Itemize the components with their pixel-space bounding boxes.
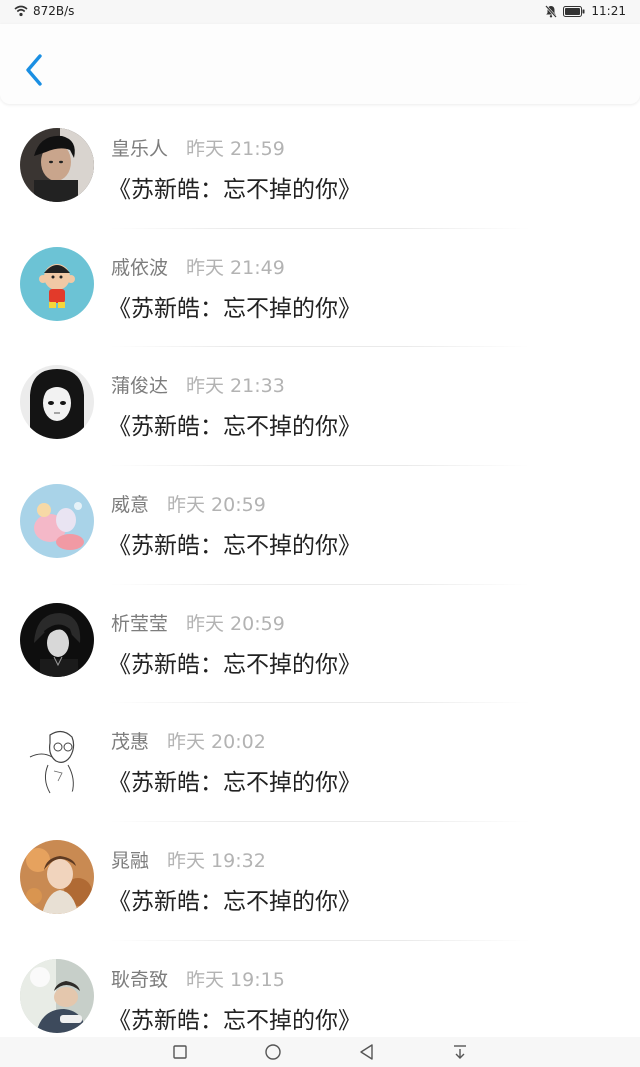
avatar[interactable] — [20, 721, 94, 796]
comment-meta: 耿奇致 昨天 19:15 — [111, 965, 285, 992]
status-time: 11:21 — [591, 4, 626, 18]
comment-meta: 晁融 昨天 19:32 — [111, 846, 266, 873]
home-button[interactable] — [264, 1043, 282, 1061]
chevron-left-icon — [26, 54, 42, 86]
list-item[interactable]: 蒲俊达 昨天 21:33 《苏新皓：忘不掉的你》 — [0, 347, 640, 467]
comment-text: 《苏新皓：忘不掉的你》 — [108, 889, 361, 916]
notification-pull-icon — [454, 1045, 466, 1059]
list-item[interactable]: 茂惠 昨天 20:02 《苏新皓：忘不掉的你》 — [0, 703, 640, 823]
timestamp: 昨天 19:32 — [167, 850, 266, 873]
comment-list[interactable]: 皇乐人 昨天 21:59 《苏新皓：忘不掉的你》 戚依波 昨天 21:49 《苏… — [0, 110, 640, 1037]
avatar[interactable] — [20, 246, 94, 321]
comment-text: 《苏新皓：忘不掉的你》 — [108, 651, 361, 678]
comment-text: 《苏新皓：忘不掉的你》 — [108, 295, 361, 322]
recent-apps-icon — [173, 1045, 187, 1059]
network-speed: 872B/s — [33, 4, 75, 18]
list-item[interactable]: 耿奇致 昨天 19:15 《苏新皓：忘不掉的你》 — [0, 941, 640, 1037]
list-item[interactable]: 皇乐人 昨天 21:59 《苏新皓：忘不掉的你》 — [0, 110, 640, 229]
username[interactable]: 蒲俊达 — [111, 371, 168, 398]
avatar[interactable] — [20, 484, 94, 559]
comment-meta: 戚依波 昨天 21:49 — [111, 253, 285, 280]
avatar[interactable] — [20, 365, 94, 440]
status-left: 872B/s — [14, 4, 74, 18]
status-bar: 872B/s 11:21 — [0, 0, 640, 24]
username[interactable]: 耿奇致 — [111, 965, 168, 992]
list-item[interactable]: 威意 昨天 20:59 《苏新皓：忘不掉的你》 — [0, 466, 640, 585]
timestamp: 昨天 20:59 — [167, 494, 266, 517]
comment-meta: 析莹莹 昨天 20:59 — [111, 609, 285, 636]
recent-apps-button[interactable] — [171, 1043, 189, 1061]
username[interactable]: 皇乐人 — [111, 134, 168, 161]
comment-text: 《苏新皓：忘不掉的你》 — [108, 177, 361, 203]
list-item[interactable]: 晁融 昨天 19:32 《苏新皓：忘不掉的你》 — [0, 822, 640, 941]
timestamp: 昨天 20:02 — [167, 731, 266, 754]
username[interactable]: 戚依波 — [111, 253, 168, 280]
avatar[interactable] — [20, 840, 94, 915]
back-triangle-icon — [360, 1044, 373, 1060]
comment-text: 《苏新皓：忘不掉的你》 — [108, 533, 361, 560]
navigation-bar — [0, 1037, 640, 1067]
notification-pull-button[interactable] — [451, 1043, 469, 1061]
mute-icon — [545, 4, 558, 18]
avatar[interactable] — [20, 128, 94, 202]
timestamp: 昨天 21:33 — [186, 375, 285, 398]
home-icon — [265, 1044, 281, 1060]
back-button[interactable] — [18, 50, 52, 90]
comment-meta: 皇乐人 昨天 21:59 — [111, 134, 285, 161]
username[interactable]: 威意 — [111, 490, 149, 517]
wifi-icon — [14, 5, 28, 17]
comment-meta: 威意 昨天 20:59 — [111, 490, 266, 517]
timestamp: 昨天 19:15 — [186, 968, 285, 991]
status-right: 11:21 — [545, 4, 626, 18]
username[interactable]: 茂惠 — [111, 727, 149, 754]
comment-text: 《苏新皓：忘不掉的你》 — [108, 770, 361, 797]
nav-back-button[interactable] — [358, 1043, 376, 1061]
avatar[interactable] — [20, 958, 94, 1033]
list-item[interactable]: 析莹莹 昨天 20:59 《苏新皓：忘不掉的你》 — [0, 585, 640, 704]
username[interactable]: 析莹莹 — [111, 609, 168, 636]
battery-icon — [563, 5, 585, 17]
comment-meta: 蒲俊达 昨天 21:33 — [111, 371, 285, 398]
list-item[interactable]: 戚依波 昨天 21:49 《苏新皓：忘不掉的你》 — [0, 229, 640, 348]
comment-text: 《苏新皓：忘不掉的你》 — [108, 414, 361, 441]
timestamp: 昨天 21:59 — [186, 138, 285, 160]
header — [0, 24, 640, 104]
timestamp: 昨天 20:59 — [186, 612, 285, 635]
comment-meta: 茂惠 昨天 20:02 — [111, 727, 266, 754]
username[interactable]: 晁融 — [111, 846, 149, 873]
avatar[interactable] — [20, 602, 94, 677]
timestamp: 昨天 21:49 — [186, 256, 285, 279]
screen: 872B/s 11:21 皇乐人 昨天 21:59 《苏新皓：忘不掉的你》 戚依… — [0, 0, 640, 1067]
comment-text: 《苏新皓：忘不掉的你》 — [108, 1007, 361, 1034]
